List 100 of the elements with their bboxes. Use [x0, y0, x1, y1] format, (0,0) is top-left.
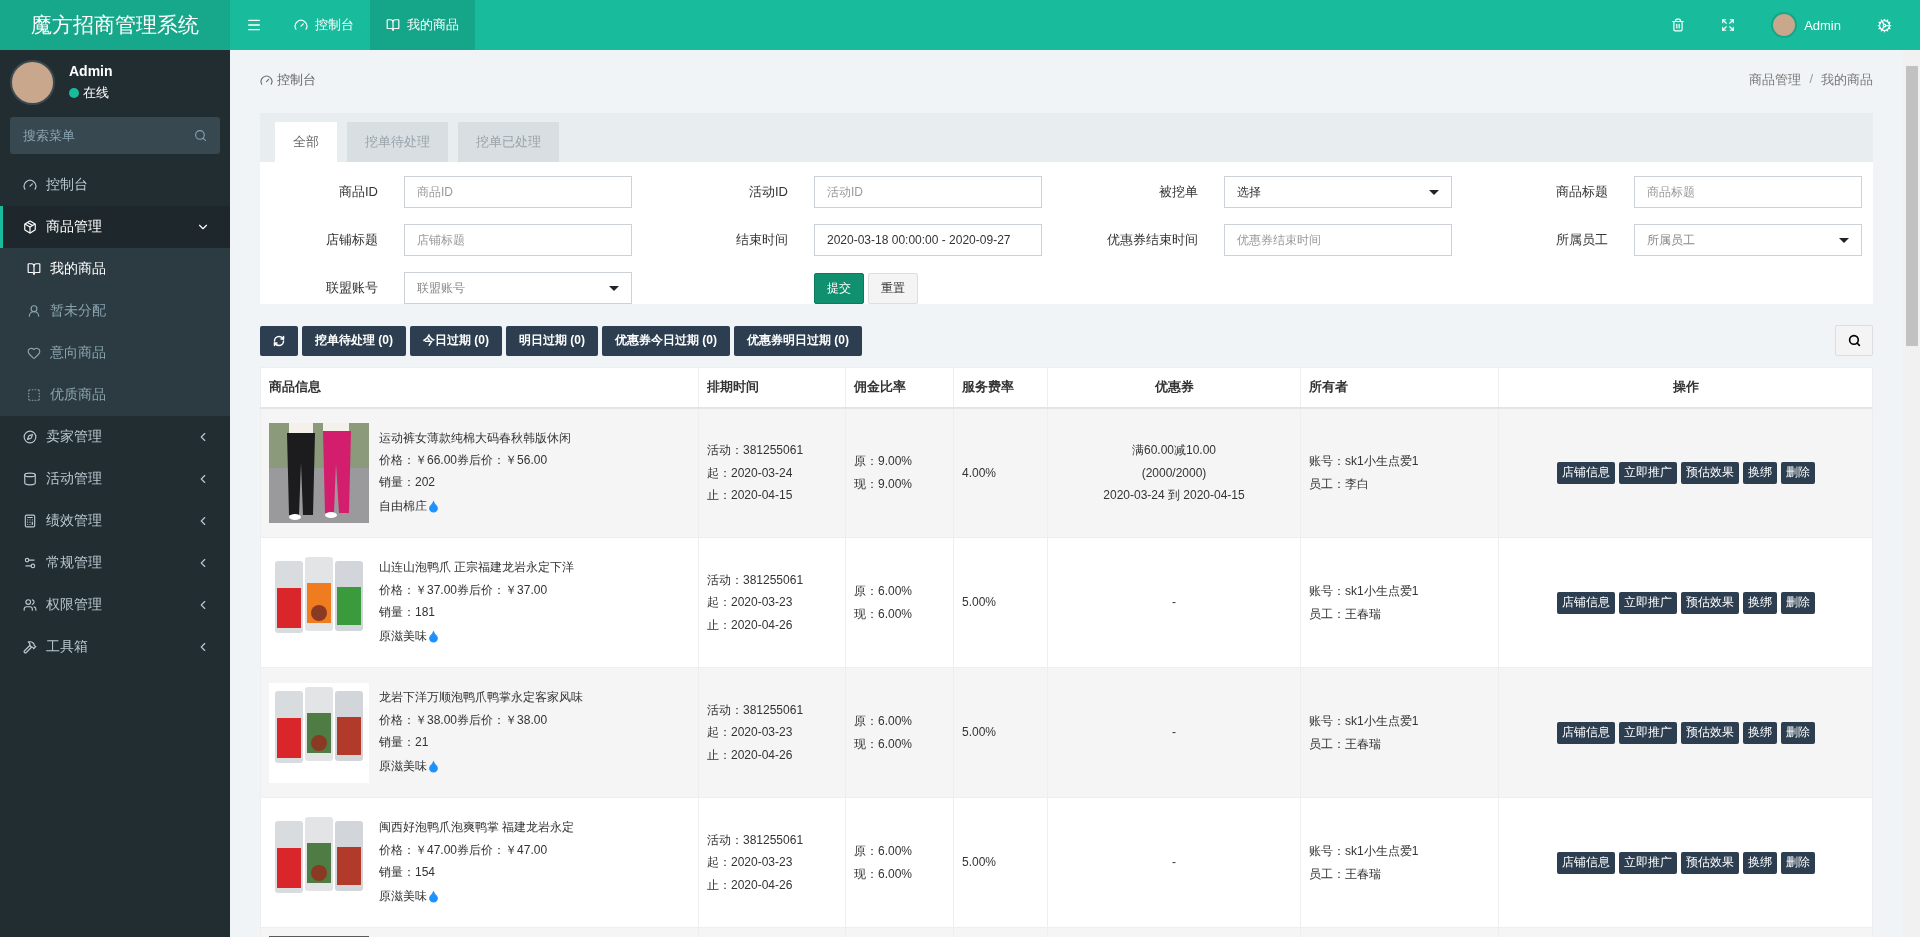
- menu-item[interactable]: 卖家管理: [0, 416, 230, 458]
- action-button[interactable]: 删除: [1780, 851, 1815, 874]
- action-button[interactable]: 预估效果: [1680, 461, 1739, 484]
- shop-name: 原滋美味: [379, 757, 427, 775]
- product-price: 价格：￥47.00券后价：￥47.00: [379, 842, 549, 858]
- search-icon: [194, 129, 207, 142]
- refresh-icon: [273, 334, 285, 347]
- filter-button[interactable]: 优惠券明日过期 (0): [734, 325, 862, 356]
- action-button[interactable]: 删除: [1780, 461, 1815, 484]
- action-button[interactable]: 店铺信息: [1556, 591, 1615, 614]
- action-button[interactable]: 立即推广: [1618, 461, 1677, 484]
- search-field[interactable]: 搜索菜单: [10, 117, 220, 154]
- schedule-text: 止：2020-04-26: [707, 877, 793, 893]
- product-title: 运动裤女薄款纯棉大码春秋韩版休闲: [379, 430, 571, 446]
- action-button[interactable]: 换绑: [1742, 721, 1777, 744]
- scrollbar[interactable]: [1903, 50, 1920, 937]
- coupon-text: (2000/2000): [1141, 465, 1207, 480]
- submenu-item[interactable]: 意向商品: [0, 332, 230, 374]
- shop-name: 原滋美味: [379, 627, 427, 645]
- input-field[interactable]: 商品标题: [1634, 176, 1862, 208]
- action-button[interactable]: 预估效果: [1680, 851, 1739, 874]
- caret-icon: [1839, 237, 1849, 243]
- menu-item[interactable]: 绩效管理: [0, 500, 230, 542]
- reset-button[interactable]: 重置: [868, 272, 918, 304]
- commission-text: 现：9.00%: [854, 476, 913, 492]
- action-button[interactable]: 预估效果: [1680, 591, 1739, 614]
- schedule-text: 起：2020-03-24: [707, 465, 793, 480]
- breadcrumb-link[interactable]: 商品管理: [1749, 71, 1802, 89]
- action-button[interactable]: 店铺信息: [1556, 461, 1615, 484]
- menu-item[interactable]: 活动管理: [0, 458, 230, 500]
- column-header: 操作: [1498, 367, 1873, 408]
- action-button[interactable]: 立即推广: [1618, 591, 1677, 614]
- tab[interactable]: 全部: [275, 122, 337, 162]
- menu-item[interactable]: 工具箱: [0, 626, 230, 668]
- input-field[interactable]: 商品ID: [404, 176, 632, 208]
- select-field[interactable]: 所属员工: [1634, 224, 1862, 256]
- caret-icon: [1429, 189, 1439, 195]
- action-button[interactable]: 删除: [1780, 721, 1815, 744]
- online-dot: [69, 88, 79, 98]
- drop-icon: [427, 759, 440, 773]
- input-field[interactable]: 活动ID: [814, 176, 1042, 208]
- menu-item[interactable]: 商品管理: [0, 206, 230, 248]
- breadcrumb-separator: /: [1809, 71, 1813, 88]
- drop-icon: [427, 499, 440, 513]
- product-price: 价格：￥66.00券后价：￥56.00: [379, 453, 549, 468]
- menu-item[interactable]: 控制台: [0, 164, 230, 206]
- input-field[interactable]: 优惠券结束时间: [1224, 224, 1452, 256]
- field-label: 被挖单: [1158, 183, 1199, 201]
- filter-button[interactable]: 今日过期 (0): [410, 325, 502, 356]
- submenu-item[interactable]: 暂未分配: [0, 290, 230, 332]
- product-sales: 销量：181: [379, 605, 437, 620]
- service-rate: 5.00%: [962, 855, 997, 870]
- schedule-text: 活动：381255061: [707, 572, 804, 588]
- schedule-text: 活动：381255061: [707, 443, 804, 458]
- search-button[interactable]: [1835, 325, 1873, 356]
- schedule-text: 活动：381255061: [707, 832, 804, 848]
- submenu-item[interactable]: 我的商品: [0, 248, 230, 290]
- product-title: 山连山泡鸭爪 正宗福建龙岩永定下洋: [379, 560, 575, 575]
- coupon-text: -: [1172, 855, 1176, 870]
- action-button[interactable]: 换绑: [1742, 591, 1777, 614]
- action-button[interactable]: 店铺信息: [1556, 721, 1615, 744]
- hammer-icon: [23, 640, 37, 654]
- column-header: 所有者: [1300, 367, 1499, 408]
- select-field[interactable]: 选择: [1224, 176, 1452, 208]
- app-title: 魔方招商管理系统: [0, 0, 230, 50]
- submenu-item[interactable]: 优质商品: [0, 374, 230, 416]
- filter-button[interactable]: 明日过期 (0): [506, 325, 598, 356]
- column-header: 佣金比率: [845, 367, 954, 408]
- action-button[interactable]: 换绑: [1742, 461, 1777, 484]
- input-field[interactable]: 店铺标题: [404, 224, 632, 256]
- column-header: 服务费率: [953, 367, 1048, 408]
- action-button[interactable]: 店铺信息: [1556, 851, 1615, 874]
- filter-button[interactable]: 挖单待处理 (0): [302, 325, 406, 356]
- menu-item[interactable]: 权限管理: [0, 584, 230, 626]
- calculator-icon: [23, 514, 37, 528]
- commission-text: 原：9.00%: [854, 454, 913, 469]
- shop-name: 原滋美味: [379, 887, 427, 905]
- filter-button[interactable]: 优惠券今日过期 (0): [602, 325, 730, 356]
- action-button[interactable]: 删除: [1780, 591, 1815, 614]
- field-label: 商品ID: [338, 183, 379, 201]
- page-title: 控制台: [260, 71, 316, 89]
- refresh-button[interactable]: [260, 325, 298, 356]
- caret-icon: [609, 285, 619, 291]
- select-field[interactable]: 联盟账号: [404, 272, 632, 304]
- action-button[interactable]: 立即推广: [1618, 721, 1677, 744]
- action-button[interactable]: 立即推广: [1618, 851, 1677, 874]
- breadcrumb-link[interactable]: 我的商品: [1821, 71, 1873, 89]
- trash-icon: [1671, 18, 1686, 32]
- input-field[interactable]: 2020-03-18 00:00:00 - 2020-09-27: [814, 224, 1042, 256]
- service-rate: 4.00%: [962, 465, 997, 480]
- drop-icon: [427, 889, 440, 903]
- submit-button[interactable]: 提交: [814, 272, 864, 304]
- action-button[interactable]: 换绑: [1742, 851, 1777, 874]
- owner-text: 员工：王春瑞: [1309, 606, 1381, 621]
- schedule-text: 活动：381255061: [707, 702, 804, 718]
- compass-icon: [23, 430, 37, 444]
- action-button[interactable]: 预估效果: [1680, 721, 1739, 744]
- coupon-text: -: [1172, 725, 1176, 740]
- product-sales: 销量：202: [379, 475, 437, 490]
- menu-item[interactable]: 常规管理: [0, 542, 230, 584]
